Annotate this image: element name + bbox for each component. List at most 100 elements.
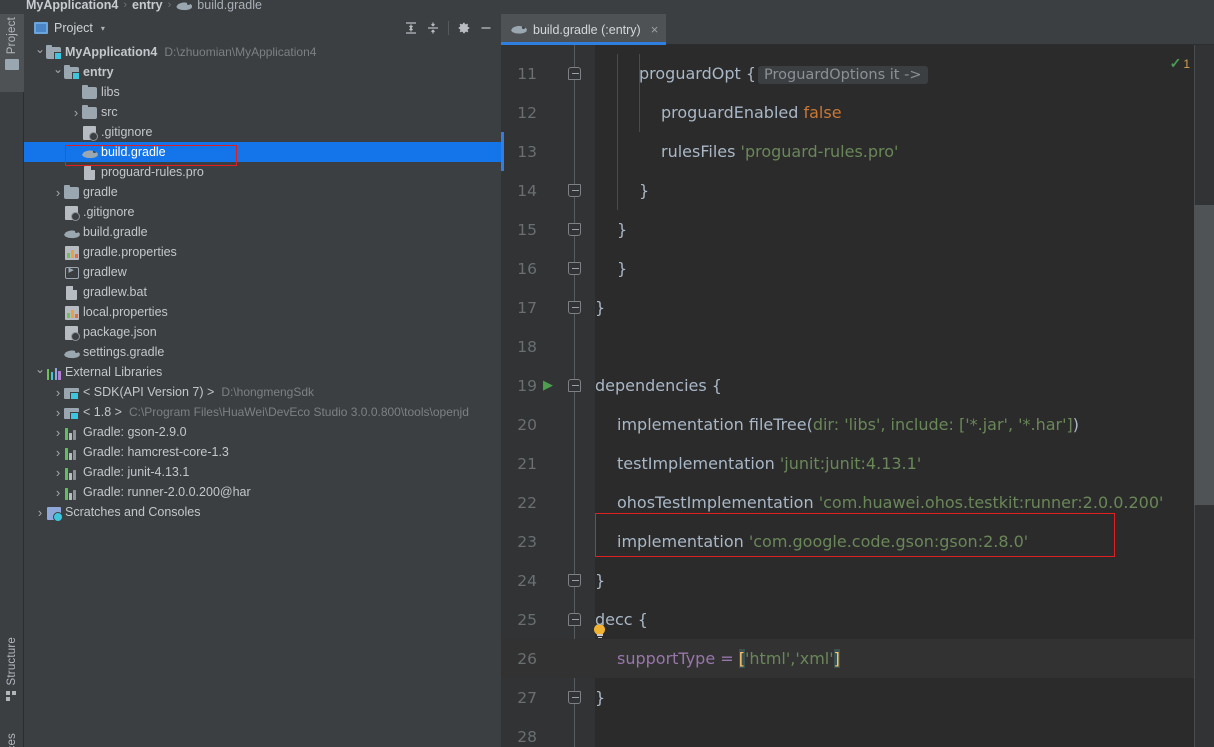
- chevron-right-icon[interactable]: [70, 106, 82, 119]
- fold-bot-icon[interactable]: [568, 574, 581, 587]
- folder-icon: [82, 84, 98, 100]
- tool-button-structure[interactable]: Structure: [0, 634, 24, 726]
- fold-top-icon[interactable]: [568, 67, 581, 80]
- tree-node-libs[interactable]: libs: [24, 82, 501, 102]
- tree-node-build-gradle[interactable]: build.gradle: [24, 142, 501, 162]
- chevron-right-icon[interactable]: [52, 446, 64, 459]
- fold-bot-icon[interactable]: [568, 262, 581, 275]
- chevron-right-icon[interactable]: [52, 406, 64, 419]
- code-line[interactable]: 12 proguardEnabled false: [501, 93, 1214, 132]
- tree-node-label: Gradle: runner-2.0.0.200@har: [83, 485, 251, 499]
- fold-top-icon[interactable]: [568, 379, 581, 392]
- fold-bot-icon[interactable]: [568, 184, 581, 197]
- code-line[interactable]: 22 ohosTestImplementation 'com.huawei.oho…: [501, 483, 1214, 522]
- code-line[interactable]: 15}: [501, 210, 1214, 249]
- tree-node-gradle-hamcrest-core-1-3[interactable]: Gradle: hamcrest-core-1.3: [24, 442, 501, 462]
- fold-bot-icon[interactable]: [568, 223, 581, 236]
- folder-icon: [5, 59, 19, 71]
- gradle-lib-icon: [64, 464, 80, 480]
- inspection-scrollbar-strip[interactable]: [1194, 45, 1214, 747]
- tree-node-sdk-api-version-7[interactable]: < SDK(API Version 7) > D:\hongmengSdk: [24, 382, 501, 402]
- chevron-right-icon[interactable]: [52, 386, 64, 399]
- chevron-right-icon[interactable]: [52, 486, 64, 499]
- editor-tab-build-gradle[interactable]: build.gradle (:entry) ×: [501, 14, 667, 45]
- gear-icon[interactable]: [453, 17, 475, 39]
- code-line[interactable]: 28: [501, 717, 1214, 747]
- expand-all-icon[interactable]: [400, 17, 422, 39]
- collapse-all-icon[interactable]: [422, 17, 444, 39]
- tool-button-project[interactable]: Project: [0, 14, 24, 92]
- breadcrumb-item[interactable]: build.gradle: [197, 0, 262, 12]
- run-gutter-icon[interactable]: ▶: [543, 378, 557, 393]
- code-line[interactable]: 21 testImplementation 'junit:junit:4.13.1…: [501, 444, 1214, 483]
- breadcrumb-item[interactable]: entry: [132, 0, 163, 12]
- minimize-icon[interactable]: [475, 17, 497, 39]
- fold-bot-icon[interactable]: [568, 301, 581, 314]
- tree-node-gradle[interactable]: gradle: [24, 182, 501, 202]
- fold-top-icon[interactable]: [568, 613, 581, 626]
- tree-node-gitignore[interactable]: .gitignore: [24, 122, 501, 142]
- chevron-right-icon[interactable]: [52, 426, 64, 439]
- tree-node-package-json[interactable]: package.json: [24, 322, 501, 342]
- tree-node-gitignore[interactable]: .gitignore: [24, 202, 501, 222]
- project-tree[interactable]: MyApplication4 D:\zhuomian\MyApplication4…: [24, 42, 501, 747]
- chevron-down-icon[interactable]: [52, 66, 64, 78]
- tree-node-gradlew-bat[interactable]: gradlew.bat: [24, 282, 501, 302]
- line-number: 22: [517, 493, 537, 512]
- code-line[interactable]: 11 proguardOpt {ProguardOptions it ->: [501, 54, 1214, 93]
- tree-node-label: Scratches and Consoles: [65, 505, 201, 519]
- scrollbar-thumb[interactable]: [1194, 205, 1214, 505]
- code-line[interactable]: 20 implementation fileTree(dir: 'libs', i…: [501, 405, 1214, 444]
- breadcrumb-item[interactable]: MyApplication4: [26, 0, 118, 12]
- code-text: proguardEnabled false: [595, 103, 1210, 122]
- code-line[interactable]: 14}: [501, 171, 1214, 210]
- chevron-right-icon[interactable]: [34, 506, 46, 519]
- chevron-down-icon[interactable]: [34, 366, 46, 378]
- code-token: 'com.huawei.ohos.testkit:runner:2.0.0.20…: [818, 493, 1164, 512]
- tree-node-gradle-gson-2-9-0[interactable]: Gradle: gson-2.9.0: [24, 422, 501, 442]
- chevron-right-icon[interactable]: [52, 466, 64, 479]
- tree-node-local-properties[interactable]: local.properties: [24, 302, 501, 322]
- tree-node-build-gradle[interactable]: build.gradle: [24, 222, 501, 242]
- tree-node-gradlew[interactable]: gradlew: [24, 262, 501, 282]
- chevron-right-icon[interactable]: [52, 186, 64, 199]
- inspection-status[interactable]: ✓ 1: [1170, 55, 1190, 72]
- tree-node-settings-gradle[interactable]: settings.gradle: [24, 342, 501, 362]
- tool-button-services-label: Services: [6, 730, 18, 747]
- code-text: decc {: [595, 610, 1210, 629]
- code-line[interactable]: 27}: [501, 678, 1214, 717]
- code-text: implementation fileTree(dir: 'libs', inc…: [595, 415, 1210, 434]
- indent-guide: [639, 54, 640, 132]
- tree-node-gradle-junit-4-13-1[interactable]: Gradle: junit-4.13.1: [24, 462, 501, 482]
- code-token: dependencies: [595, 376, 712, 395]
- fold-bot-icon[interactable]: [568, 691, 581, 704]
- tree-node-label: < 1.8 >: [83, 405, 122, 419]
- tree-node-1-8[interactable]: < 1.8 > C:\Program Files\HuaWei\DevEco St…: [24, 402, 501, 422]
- chevron-down-icon: ▾: [100, 23, 105, 33]
- code-line[interactable]: 17}: [501, 288, 1214, 327]
- tree-node-gradle-properties[interactable]: gradle.properties: [24, 242, 501, 262]
- tree-node-proguard-rules-pro[interactable]: proguard-rules.pro: [24, 162, 501, 182]
- tree-node-entry[interactable]: entry: [24, 62, 501, 82]
- code-line[interactable]: 18: [501, 327, 1214, 366]
- code-line[interactable]: 16}: [501, 249, 1214, 288]
- project-view-selector[interactable]: Project ▾: [30, 19, 109, 37]
- code-line[interactable]: 19 ▶ dependencies {: [501, 366, 1214, 405]
- tool-button-services[interactable]: Services: [0, 730, 24, 747]
- code-editor[interactable]: 11 proguardOpt {ProguardOptions it -> 12 pr…: [501, 45, 1214, 747]
- close-icon[interactable]: ×: [651, 22, 659, 37]
- tree-node-scratches-and-consoles[interactable]: Scratches and Consoles: [24, 502, 501, 522]
- tree-node-src[interactable]: src: [24, 102, 501, 122]
- tree-node-gradle-runner-2-0-0-200-har[interactable]: Gradle: runner-2.0.0.200@har: [24, 482, 501, 502]
- code-line[interactable]: 25 decc {: [501, 600, 1214, 639]
- code-line[interactable]: 24}: [501, 561, 1214, 600]
- chevron-down-icon[interactable]: [34, 46, 46, 58]
- tree-node-label: libs: [101, 85, 120, 99]
- code-line[interactable]: 23 implementation 'com.google.code.gson:g…: [501, 522, 1214, 561]
- code-line[interactable]: 26 supportType = ['html','xml']: [501, 639, 1214, 678]
- toolbar-divider: [448, 21, 449, 35]
- tree-node-external-libraries[interactable]: External Libraries: [24, 362, 501, 382]
- tree-node-myapplication4[interactable]: MyApplication4 D:\zhuomian\MyApplication4: [24, 42, 501, 62]
- code-token: implementation fileTree: [617, 415, 807, 434]
- code-line[interactable]: 13 rulesFiles 'proguard-rules.pro': [501, 132, 1214, 171]
